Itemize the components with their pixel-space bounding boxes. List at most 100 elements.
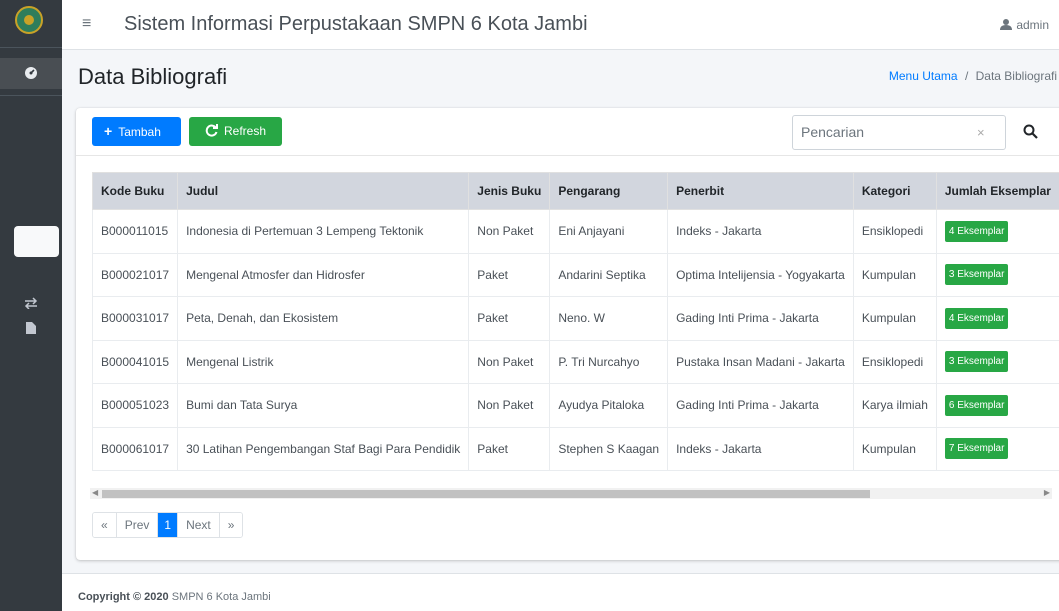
- cell-jumlah-eksemplar: 3 Eksemplar: [935, 252, 1059, 297]
- top-navbar: ≡ Sistem Informasi Perpustakaan SMPN 6 K…: [62, 0, 1059, 50]
- user-icon: [1000, 19, 1013, 30]
- cell-jumlah-eksemplar: 7 Eksemplar: [935, 426, 1059, 471]
- table-row[interactable]: B000051023 Bumi dan Tata Surya Non Paket…: [92, 383, 1059, 428]
- cell-penerbit: Pustaka Insan Madani - Jakarta: [667, 339, 854, 384]
- cell-kategori: Kumpulan: [852, 426, 937, 471]
- school-logo: [15, 6, 43, 34]
- cell-kode-buku: B000041015: [92, 339, 179, 384]
- bibliography-card: + Tambah Refresh × Kode Buku Judul: [76, 108, 1059, 560]
- eksemplar-badge[interactable]: 4 Eksemplar: [944, 220, 1009, 242]
- app-title: Sistem Informasi Perpustakaan SMPN 6 Kot…: [124, 13, 588, 35]
- cell-pengarang: P. Tri Nurcahyo: [549, 339, 669, 384]
- cell-jumlah-eksemplar: 6 Eksemplar: [935, 383, 1059, 428]
- eksemplar-badge[interactable]: 3 Eksemplar: [944, 351, 1009, 373]
- search-input[interactable]: [801, 124, 951, 140]
- search-box: ×: [792, 115, 1006, 150]
- column-header[interactable]: Judul: [177, 172, 470, 210]
- table-header-row: Kode Buku Judul Jenis Buku Pengarang Pen…: [92, 172, 1059, 210]
- plus-icon: +: [104, 123, 113, 139]
- cell-pengarang: Stephen S Kaagan: [549, 426, 669, 471]
- pagination-page-current[interactable]: 1: [158, 513, 179, 537]
- scroll-right-icon[interactable]: ▶: [1044, 488, 1050, 497]
- cell-penerbit: Optima Intelijensia - Yogyakarta: [667, 252, 854, 297]
- sidebar-divider: [0, 95, 62, 96]
- table-row[interactable]: B000031017 Peta, Denah, dan Ekosistem Pa…: [92, 296, 1059, 341]
- clear-search-icon[interactable]: ×: [977, 125, 985, 140]
- table-row[interactable]: B000011015 Indonesia di Pertemuan 3 Lemp…: [92, 209, 1059, 254]
- table-row[interactable]: B000041015 Mengenal Listrik Non Paket P.…: [92, 339, 1059, 384]
- table-scroll-area: Kode Buku Judul Jenis Buku Pengarang Pen…: [92, 172, 1059, 482]
- cell-kode-buku: B000011015: [92, 209, 179, 254]
- eksemplar-badge[interactable]: 6 Eksemplar: [944, 394, 1009, 416]
- cell-judul: Bumi dan Tata Surya: [177, 383, 470, 428]
- cell-jenis-buku: Paket: [468, 296, 551, 341]
- cell-pengarang: Andarini Septika: [549, 252, 669, 297]
- table-row[interactable]: B000061017 30 Latihan Pengembangan Staf …: [92, 426, 1059, 471]
- pagination-last[interactable]: »: [219, 513, 243, 537]
- refresh-icon: [205, 124, 218, 137]
- cell-jenis-buku: Non Paket: [468, 209, 551, 254]
- pagination-prev[interactable]: Prev: [116, 513, 159, 537]
- add-button[interactable]: + Tambah: [92, 117, 181, 146]
- eksemplar-badge[interactable]: 7 Eksemplar: [944, 438, 1009, 460]
- search-icon: [1023, 124, 1038, 139]
- breadcrumb-separator: /: [964, 69, 969, 83]
- footer: Copyright © 2020 SMPN 6 Kota Jambi: [62, 573, 1059, 611]
- file-icon: [26, 322, 36, 334]
- column-header[interactable]: Pengarang: [549, 172, 669, 210]
- user-menu[interactable]: admin: [1000, 18, 1049, 32]
- cell-judul: Peta, Denah, dan Ekosistem: [177, 296, 470, 341]
- dashboard-icon: [25, 67, 37, 79]
- column-header[interactable]: Penerbit: [667, 172, 854, 210]
- scrollbar-thumb[interactable]: [102, 490, 870, 498]
- cell-judul: Mengenal Listrik: [177, 339, 470, 384]
- sidebar-item-transactions[interactable]: [0, 296, 62, 312]
- cell-kategori: Karya ilmiah: [852, 383, 937, 428]
- sidebar-item-reports[interactable]: [0, 321, 62, 337]
- refresh-button[interactable]: Refresh: [189, 117, 282, 146]
- column-header[interactable]: Kode Buku: [92, 172, 179, 210]
- search-button[interactable]: [1012, 115, 1048, 150]
- copyright-label: Copyright © 2020: [78, 591, 169, 603]
- sidebar-item-blank[interactable]: [14, 226, 59, 257]
- cell-kode-buku: B000051023: [92, 383, 179, 428]
- cell-pengarang: Ayudya Pitaloka: [549, 383, 669, 428]
- scroll-left-icon[interactable]: ◀: [92, 488, 98, 497]
- card-toolbar: + Tambah Refresh ×: [76, 108, 1059, 156]
- sidebar-item-dashboard[interactable]: [0, 58, 62, 89]
- eksemplar-badge[interactable]: 4 Eksemplar: [944, 307, 1009, 329]
- user-name: admin: [1016, 18, 1049, 32]
- cell-kode-buku: B000061017: [92, 426, 179, 471]
- cell-jumlah-eksemplar: 3 Eksemplar: [935, 339, 1059, 384]
- cell-kategori: Kumpulan: [852, 252, 937, 297]
- exchange-icon: [24, 297, 38, 310]
- eksemplar-badge[interactable]: 3 Eksemplar: [944, 264, 1009, 286]
- table-row[interactable]: B000021017 Mengenal Atmosfer dan Hidrosf…: [92, 252, 1059, 297]
- cell-kategori: Ensiklopedi: [852, 209, 937, 254]
- footer-text: Copyright © 2020 SMPN 6 Kota Jambi: [78, 591, 271, 603]
- pagination-first[interactable]: «: [93, 513, 117, 537]
- cell-kategori: Ensiklopedi: [852, 339, 937, 384]
- column-header[interactable]: Jenis Buku: [468, 172, 551, 210]
- cell-pengarang: Eni Anjayani: [549, 209, 669, 254]
- cell-kode-buku: B000031017: [92, 296, 179, 341]
- breadcrumb-current: Data Bibliografi: [975, 69, 1057, 83]
- cell-jenis-buku: Paket: [468, 426, 551, 471]
- sidebar-divider: [0, 47, 62, 48]
- cell-penerbit: Gading Inti Prima - Jakarta: [667, 383, 854, 428]
- pagination: « Prev 1 Next »: [92, 512, 244, 538]
- column-header[interactable]: Kategori: [852, 172, 937, 210]
- breadcrumb-home-link[interactable]: Menu Utama: [889, 69, 958, 83]
- cell-kategori: Kumpulan: [852, 296, 937, 341]
- column-header[interactable]: Jumlah Eksemplar: [935, 172, 1059, 210]
- pagination-next[interactable]: Next: [178, 513, 220, 537]
- cell-jumlah-eksemplar: 4 Eksemplar: [935, 209, 1059, 254]
- cell-kode-buku: B000021017: [92, 252, 179, 297]
- horizontal-scrollbar[interactable]: ◀ ▶: [90, 488, 1052, 499]
- refresh-button-label: Refresh: [224, 124, 267, 138]
- hamburger-icon[interactable]: ≡: [82, 15, 91, 33]
- cell-judul: Mengenal Atmosfer dan Hidrosfer: [177, 252, 470, 297]
- content-header: Data Bibliografi Menu Utama / Data Bibli…: [78, 62, 1059, 92]
- cell-jenis-buku: Non Paket: [468, 383, 551, 428]
- cell-jenis-buku: Paket: [468, 252, 551, 297]
